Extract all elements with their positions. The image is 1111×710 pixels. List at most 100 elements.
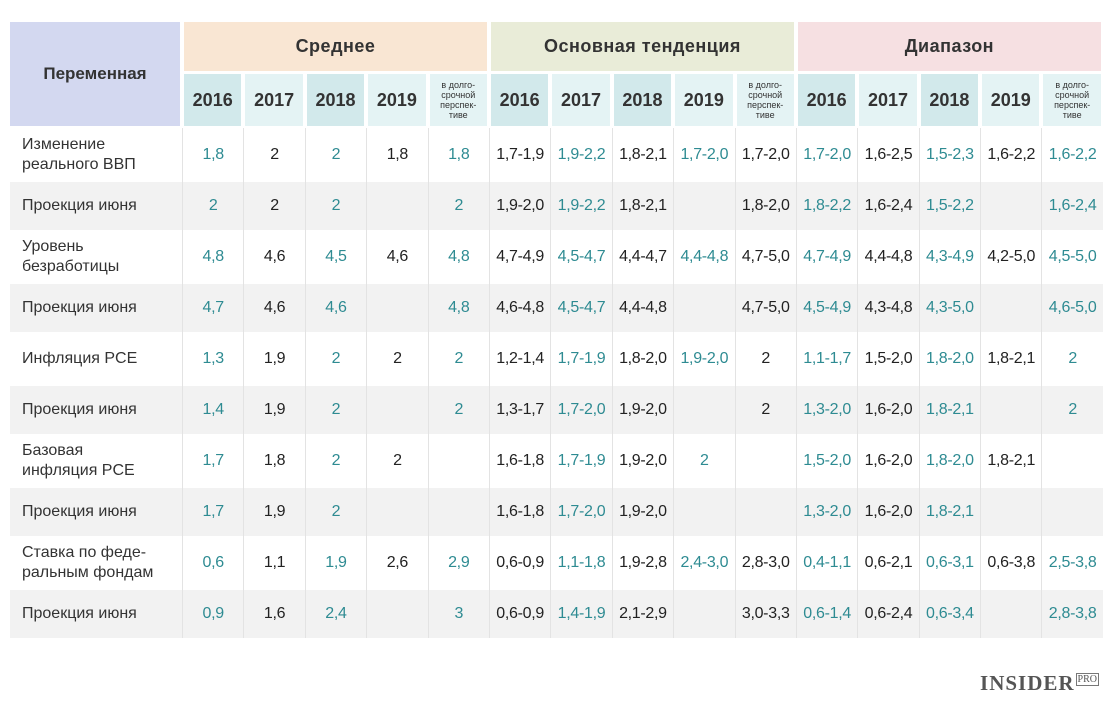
table-cell: 4,6-4,8 (488, 284, 551, 332)
table-cell: 1,7 (182, 488, 244, 536)
table-cell: 2,6 (366, 536, 427, 590)
table-cell: 0,6-0,9 (488, 590, 551, 638)
table-cell (366, 488, 428, 536)
year-header: 2019 (675, 74, 733, 126)
table-cell: 1,6-2,2 (980, 128, 1041, 182)
year-header: 2016 (490, 74, 549, 126)
table-cell: 2 (243, 182, 305, 230)
table-cell: 1,1 (243, 536, 304, 590)
table-cell: 0,6-3,1 (918, 536, 980, 590)
table-cell (980, 284, 1042, 332)
row-label: Изменение реального ВВП (22, 136, 136, 173)
table-cell (980, 182, 1042, 230)
table-cell: 2,1-2,9 (611, 590, 674, 638)
table-cell (366, 590, 428, 638)
table-cell: 0,6-3,4 (918, 590, 981, 638)
table-cell: 1,9-2,0 (611, 488, 674, 536)
table-cell: 4,8 (182, 230, 243, 284)
table-cell: 1,9-2,8 (611, 536, 673, 590)
table-cell: 4,5-4,7 (550, 230, 611, 284)
table-cell: 2 (304, 488, 367, 536)
table-cell: 1,8-2,1 (918, 386, 981, 434)
table-cell: 1,7-2,0 (795, 128, 857, 182)
table-cell: 4,7 (182, 284, 244, 332)
table-cell (980, 386, 1042, 434)
table-cell (673, 284, 735, 332)
year-header: 2017 (245, 74, 303, 126)
table-cell: 4,5-4,7 (550, 284, 612, 332)
year-header-long-term: в долго- срочной перспек- тиве (736, 74, 794, 126)
table-cell (427, 434, 489, 488)
row-label: Уровень безработицы (22, 238, 120, 275)
table-cell: 0,6 (182, 536, 243, 590)
year-header: 2016 (797, 74, 856, 126)
table-cell: 1,8-2,0 (918, 434, 980, 488)
year-header-long-term: в долго- срочной перспек- тиве (1043, 74, 1101, 126)
table-cell: 1,1-1,7 (795, 332, 857, 386)
table-cell: 4,4-4,8 (673, 230, 734, 284)
table-cell: 4,3-4,9 (918, 230, 980, 284)
table-cell (673, 386, 735, 434)
table-cell: 1,9-2,2 (550, 182, 612, 230)
insider-pro-logo: INSIDER PRO (980, 671, 1099, 695)
table-cell: 4,8 (427, 230, 489, 284)
table-cell: 2,8-3,0 (734, 536, 796, 590)
table-cell: 1,7 (182, 434, 243, 488)
table-cell (980, 590, 1042, 638)
row-label: Проекция июня (10, 590, 182, 638)
table-cell (366, 284, 428, 332)
table-cell: 0,6-2,1 (857, 536, 918, 590)
table-cell: 0,6-3,8 (980, 536, 1041, 590)
table-cell: 4,7-5,0 (734, 230, 796, 284)
row-label: Инфляция PCE (22, 350, 138, 367)
year-header-long-term: в долго- срочной перспек- тиве (429, 74, 487, 126)
table-cell: 1,6 (243, 590, 305, 638)
table-cell: 2 (243, 128, 304, 182)
table-cell: 1,7-2,0 (734, 128, 796, 182)
table-cell: 2 (366, 434, 427, 488)
table-cell: 1,9-2,0 (611, 434, 673, 488)
table-cell: 0,9 (182, 590, 244, 638)
table-cell: 1,3 (182, 332, 243, 386)
table-cell: 1,9 (243, 488, 305, 536)
table-cell: 1,7-1,9 (550, 434, 611, 488)
row-label: Проекция июня (10, 386, 182, 434)
table-cell: 1,6-2,4 (1041, 182, 1103, 230)
table-cell: 1,6-2,5 (857, 128, 918, 182)
table-cell: 0,6-0,9 (488, 536, 550, 590)
table-cell: 1,7-1,9 (550, 332, 611, 386)
table-cell: 1,4-1,9 (550, 590, 612, 638)
table-cell: 1,2-1,4 (488, 332, 550, 386)
table-cell: 1,9-2,2 (550, 128, 611, 182)
table-cell: 2 (304, 386, 367, 434)
table-cell: 3,0-3,3 (734, 590, 796, 638)
table-cell (427, 488, 489, 536)
table-cell: 4,4-4,8 (857, 230, 918, 284)
table-cell: 1,5-2,0 (857, 332, 918, 386)
table-cell: 1,9 (304, 536, 366, 590)
year-header: 2018 (613, 74, 672, 126)
year-header: 2018 (306, 74, 365, 126)
table-cell: 4,6 (243, 284, 305, 332)
table-cell: 1,4 (182, 386, 244, 434)
table-cell: 1,8-2,2 (795, 182, 858, 230)
table-cell: 1,8-2,1 (918, 488, 981, 536)
table-cell: 4,2-5,0 (980, 230, 1041, 284)
row-label: Проекция июня (10, 284, 182, 332)
table-cell: 1,6-2,0 (857, 386, 919, 434)
table-cell: 3 (427, 590, 489, 638)
table-cell: 4,6 (243, 230, 304, 284)
table-cell: 4,6 (366, 230, 427, 284)
table-cell: 2 (427, 386, 489, 434)
table-cell: 1,5-2,2 (918, 182, 981, 230)
table-cell: 1,3-2,0 (795, 386, 858, 434)
table-cell: 4,5 (304, 230, 366, 284)
range-group-header: Диапазон (797, 22, 1101, 71)
table-cell: 2 (304, 332, 366, 386)
table-cell: 2,4-3,0 (673, 536, 734, 590)
table-cell: 1,6-2,4 (857, 182, 919, 230)
year-header: 2017 (859, 74, 917, 126)
table-cell: 2 (182, 182, 244, 230)
year-header: 2016 (184, 74, 242, 126)
table-cell: 4,4-4,7 (611, 230, 673, 284)
